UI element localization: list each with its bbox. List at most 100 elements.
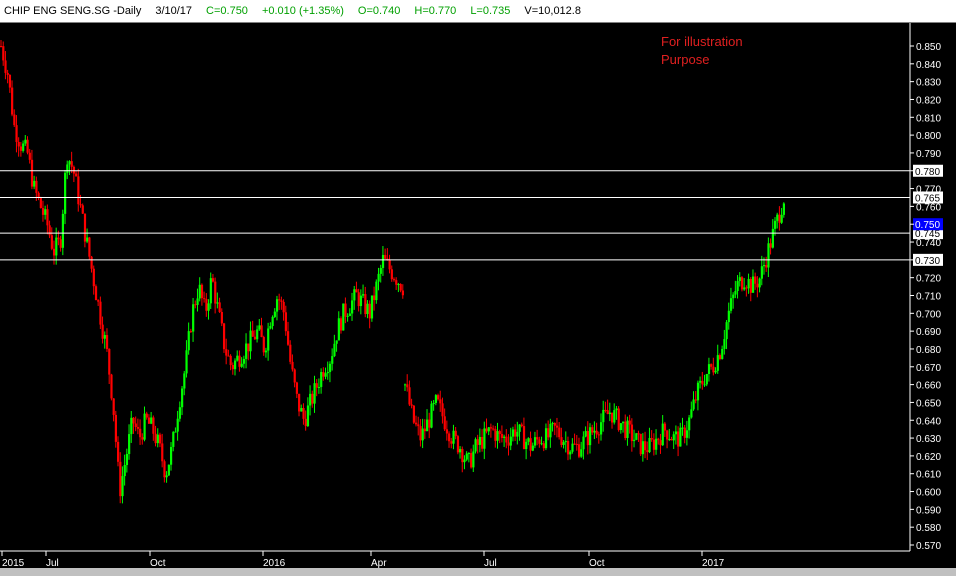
candle-body	[723, 339, 726, 349]
candle-body	[551, 422, 554, 424]
candle-body	[740, 277, 744, 290]
candle-body	[324, 373, 327, 377]
candle-body	[652, 439, 656, 450]
candle-body	[165, 475, 168, 478]
candle-body	[293, 369, 296, 383]
candle-body	[183, 373, 186, 389]
candle-body	[494, 429, 497, 441]
candle-body	[509, 436, 512, 446]
y-tick-label: 0.610	[916, 470, 941, 481]
candle-body	[0, 46, 3, 47]
candle-body	[776, 214, 779, 221]
candle-body	[699, 380, 702, 383]
candle-body	[39, 197, 42, 209]
price-chart[interactable]: 0.7800.7650.7450.730 0.750 0.570 0.580 0.59…	[0, 23, 956, 568]
candle-body	[169, 446, 173, 465]
x-tick-label: Oct	[589, 558, 605, 568]
candle-body	[518, 424, 521, 432]
candle-body	[19, 146, 23, 151]
candle-body	[52, 248, 56, 256]
volume-value: V=10,012.8	[524, 5, 581, 17]
candle-body	[769, 243, 772, 248]
candle-body	[145, 413, 148, 418]
candle-body	[582, 436, 585, 450]
level-label: 0.780	[915, 167, 940, 178]
last-price-label: 0.750	[915, 220, 940, 231]
candle-body	[218, 302, 221, 313]
candle-body	[626, 420, 629, 439]
candle-body	[57, 237, 60, 240]
candle-body	[17, 141, 20, 147]
candle-body	[639, 433, 642, 455]
candle-body	[617, 408, 620, 431]
candle-body	[298, 393, 301, 412]
candle-body	[134, 423, 137, 428]
candle-body	[417, 424, 420, 427]
candle-body	[685, 430, 689, 438]
candle-body	[46, 209, 49, 226]
level-label: 0.730	[915, 256, 940, 267]
candle-body	[267, 328, 270, 351]
candle-body	[619, 423, 623, 431]
candle-body	[94, 286, 98, 301]
candle-body	[198, 284, 201, 299]
candle-body	[606, 410, 609, 415]
candle-body	[216, 302, 219, 304]
candle-body	[555, 425, 559, 428]
candle-body	[249, 330, 252, 352]
candle-body	[55, 237, 58, 256]
candle-body	[209, 278, 212, 304]
candle-body	[203, 298, 206, 300]
candle-body	[666, 430, 669, 440]
candle-body	[516, 431, 519, 437]
candle-body	[448, 433, 451, 442]
candle-body	[24, 139, 27, 144]
candle-body	[88, 237, 91, 257]
y-tick-label: 0.770	[916, 185, 941, 196]
candle-body	[439, 399, 442, 404]
note-line-2: Purpose	[661, 52, 710, 67]
candle-body	[357, 292, 360, 307]
candle-body	[317, 386, 321, 388]
candle-body	[498, 431, 501, 434]
candle-body	[178, 407, 182, 419]
candle-body	[533, 437, 537, 446]
candle-body	[412, 405, 416, 423]
candle-body	[50, 235, 53, 249]
candle-body	[679, 427, 682, 447]
candle-body	[397, 284, 400, 286]
candle-body	[335, 340, 338, 344]
candle-body	[467, 453, 471, 455]
candle-body	[15, 125, 18, 142]
y-tick-label: 0.590	[916, 505, 941, 516]
candle-body	[315, 383, 318, 388]
candle-body	[778, 214, 781, 223]
candle-body	[121, 476, 124, 497]
candle-body	[154, 433, 157, 444]
candle-body	[690, 409, 693, 418]
candle-body	[313, 383, 316, 404]
y-tick-label: 0.690	[916, 327, 941, 338]
candle-body	[630, 424, 634, 442]
candle-body	[83, 213, 87, 242]
candle-body	[542, 443, 545, 449]
candle-body	[388, 259, 391, 270]
candle-body	[421, 428, 424, 441]
candle-body	[136, 427, 140, 429]
y-tick-label: 0.820	[916, 95, 941, 106]
candle-body	[359, 295, 363, 307]
candle-body	[628, 420, 631, 425]
candle-body	[77, 176, 80, 205]
y-tick-label: 0.760	[916, 202, 941, 213]
candle-body	[522, 426, 526, 450]
candle-body	[694, 399, 697, 401]
candle-body	[260, 325, 263, 338]
candle-body	[399, 284, 402, 291]
candle-body	[211, 278, 215, 282]
y-tick-label: 0.630	[916, 434, 941, 445]
candle-body	[560, 437, 563, 445]
candle-body	[611, 412, 614, 423]
candle-body	[390, 269, 393, 280]
candle-body	[663, 423, 667, 431]
candle-body	[13, 114, 16, 126]
